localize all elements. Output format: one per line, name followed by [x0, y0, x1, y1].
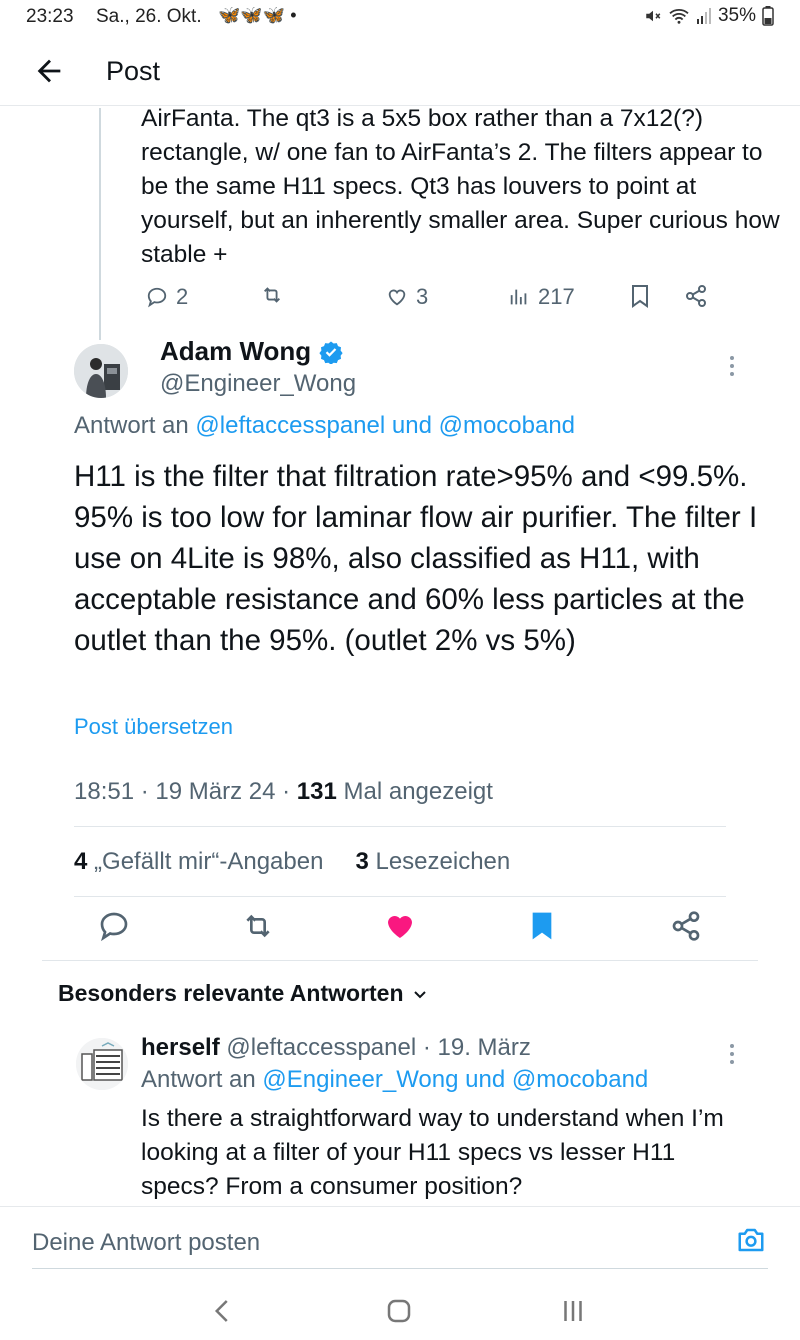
battery-icon: [762, 6, 774, 26]
bookmarks-stat[interactable]: 3 Lesezeichen: [355, 848, 510, 876]
status-time: 23:23: [26, 6, 74, 27]
view-count: 131: [296, 778, 337, 805]
reply-to-line: Antwort an @Engineer_Wong und @mocoband: [141, 1066, 648, 1094]
bookmarks-count: 3: [355, 848, 369, 875]
verified-badge-icon: [319, 341, 343, 364]
status-bar: 23:23 Sa., 26. Okt. 🦋🦋🦋 • 35%: [0, 0, 800, 34]
likes-count: 4: [74, 848, 88, 875]
system-nav-bar: [0, 1280, 800, 1340]
replies-sort-label: Besonders relevante Antworten: [58, 980, 404, 1006]
status-date: Sa., 26. Okt.: [96, 6, 202, 27]
main-tweet-author: Adam Wong @Engineer_Wong: [0, 336, 800, 406]
prev-reply-button[interactable]: 2: [146, 284, 188, 310]
reply-to-prefix: Antwort an: [141, 1066, 256, 1093]
avatar[interactable]: [76, 1038, 128, 1090]
back-arrow-icon[interactable]: [32, 54, 66, 88]
reply-to-mentions[interactable]: @leftaccesspanel und @mocoband: [195, 412, 575, 439]
likes-label: „Gefällt mir“-Angaben: [94, 848, 324, 875]
main-tweet-actions: [0, 910, 800, 948]
reply-input[interactable]: Deine Antwort posten: [32, 1229, 260, 1257]
top-bar: Post: [0, 40, 800, 106]
wifi-icon: [669, 9, 689, 24]
notification-icons: 🦋🦋🦋 •: [218, 5, 297, 25]
divider: [42, 960, 758, 961]
reply-icon: [147, 287, 167, 308]
prev-tweet-text: AirFanta. The qt3 is a 5x5 box rather th…: [141, 105, 780, 268]
prev-tweet-actions: 2 3 217: [0, 280, 800, 314]
divider: [74, 826, 726, 827]
reply-header: herself @leftaccesspanel · 19. März: [141, 1034, 531, 1062]
prev-like-count: 3: [416, 284, 429, 309]
views-icon: [510, 289, 527, 305]
heart-filled-icon[interactable]: [384, 910, 416, 942]
reply-to-prefix: Antwort an: [74, 412, 189, 439]
input-underline: [32, 1268, 768, 1269]
divider: [74, 896, 726, 897]
page-title: Post: [106, 56, 161, 86]
share-icon[interactable]: [670, 910, 702, 942]
nav-back-icon[interactable]: [208, 1296, 238, 1326]
tweet-stats: 4 „Gefällt mir“-Angaben 3 Lesezeichen: [74, 848, 510, 876]
author-name-row[interactable]: Adam Wong: [160, 336, 343, 367]
prev-views-button[interactable]: 217: [508, 284, 575, 310]
more-options-icon[interactable]: [728, 1042, 736, 1066]
prev-view-count: 217: [538, 284, 575, 309]
tweet-meta: 18:51 · 19 März 24 · 131 Mal angezeigt: [74, 778, 493, 806]
replies-sort-dropdown[interactable]: Besonders relevante Antworten: [58, 980, 428, 1007]
reply-icon[interactable]: [98, 910, 130, 942]
battery-percent: 35%: [717, 5, 756, 26]
author-handle[interactable]: @Engineer_Wong: [160, 370, 356, 398]
prev-retweet-button[interactable]: [260, 284, 284, 306]
author-name: Adam Wong: [160, 336, 312, 366]
reply-text: Is there a straightforward way to unders…: [141, 1105, 724, 1200]
reply-to-line: Antwort an @leftaccesspanel und @mocoban…: [74, 412, 575, 440]
avatar[interactable]: [74, 344, 128, 398]
nav-home-icon[interactable]: [384, 1296, 414, 1326]
share-icon[interactable]: [684, 284, 708, 308]
reply-author-name[interactable]: herself: [141, 1034, 220, 1061]
prev-like-button[interactable]: 3: [386, 284, 428, 310]
avatar-image: [74, 344, 128, 398]
mute-icon: [646, 10, 661, 22]
heart-icon: [388, 289, 406, 306]
reply-handle-date[interactable]: @leftaccesspanel · 19. März: [226, 1034, 531, 1061]
retweet-icon[interactable]: [242, 910, 274, 942]
tweet-timestamp: 18:51 · 19 März 24 ·: [74, 778, 291, 805]
translate-link[interactable]: Post übersetzen: [74, 714, 233, 740]
bookmark-filled-icon[interactable]: [526, 910, 558, 942]
main-tweet-text: H11 is the filter that filtration rate>9…: [74, 460, 758, 657]
reply-to-mentions[interactable]: @Engineer_Wong und @mocoband: [262, 1066, 648, 1093]
avatar-image: [76, 1038, 128, 1090]
chevron-down-icon: [413, 990, 426, 998]
bookmark-icon[interactable]: [630, 284, 650, 308]
view-label: Mal angezeigt: [343, 778, 493, 805]
prev-reply-count: 2: [176, 284, 189, 309]
nav-recents-icon[interactable]: [558, 1296, 588, 1326]
status-right: 35%: [644, 5, 774, 27]
signal-icon: [696, 8, 711, 24]
bookmarks-label: Lesezeichen: [375, 848, 511, 875]
retweet-icon: [264, 287, 280, 303]
more-options-icon[interactable]: [728, 354, 736, 378]
camera-icon[interactable]: [736, 1225, 766, 1255]
likes-stat[interactable]: 4 „Gefällt mir“-Angaben: [74, 848, 323, 876]
compose-bar: Deine Antwort posten: [0, 1206, 800, 1270]
